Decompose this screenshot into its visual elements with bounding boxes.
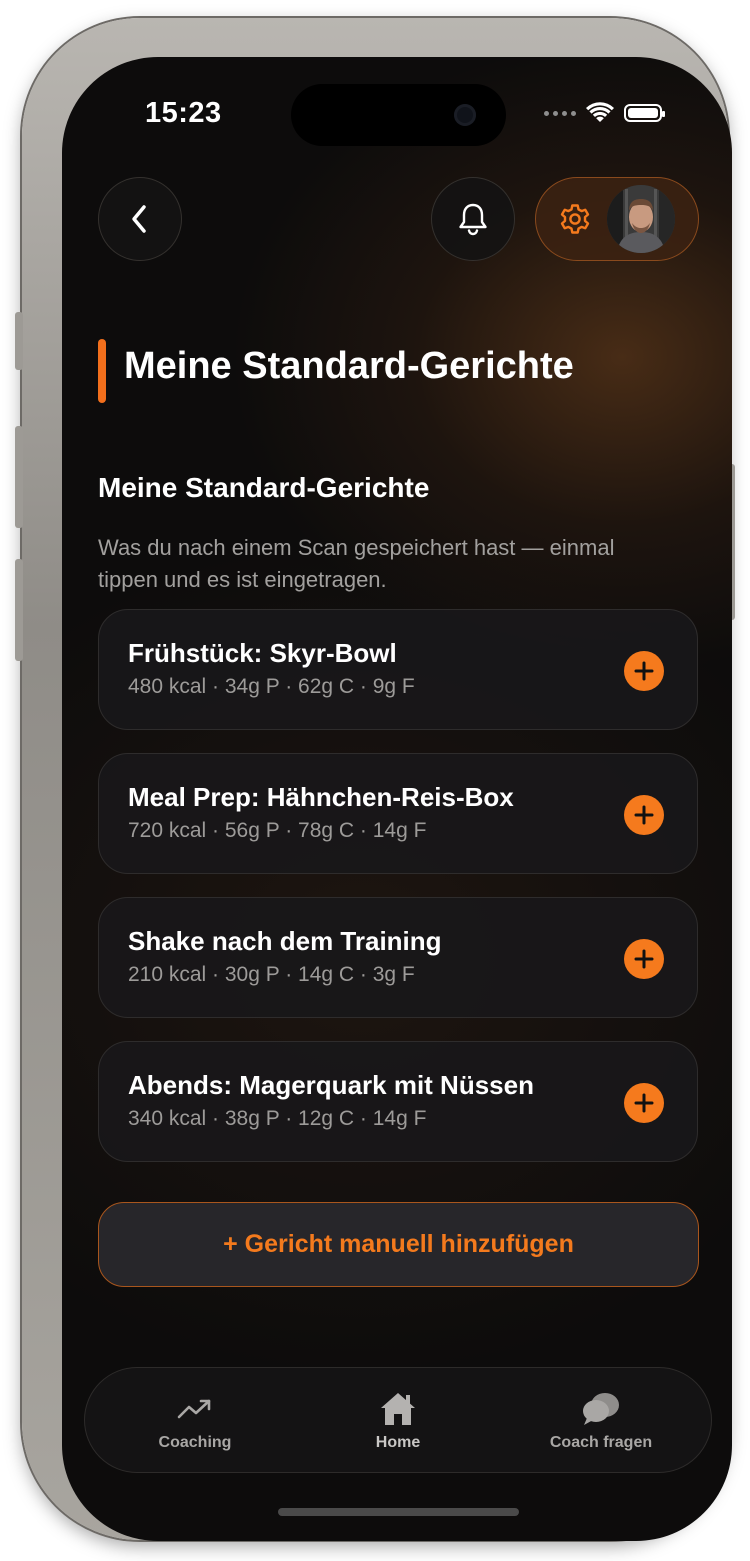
settings-button[interactable] [558, 202, 592, 236]
meal-macros: 210 kcal · 30g P · 14g C · 3g F [128, 963, 415, 986]
phone-frame: 15:23 Meine Standard-Gerichte Meine Stan… [15, 18, 735, 1541]
tab-label: Home [375, 1434, 421, 1451]
meal-name: Frühstück: Skyr-Bowl [128, 638, 397, 668]
notifications-button[interactable] [431, 177, 515, 261]
meal-macros: 720 kcal · 56g P · 78g C · 14g F [128, 819, 427, 842]
profile-settings-pill[interactable] [535, 177, 699, 261]
wifi-icon [586, 102, 614, 122]
plus-icon [634, 949, 654, 969]
action-button [15, 312, 23, 370]
home-indicator[interactable] [278, 1508, 519, 1516]
home-icon [379, 1390, 417, 1428]
app-screen: 15:23 Meine Standard-Gerichte Meine Stan… [62, 57, 732, 1541]
gear-icon [560, 204, 590, 234]
meal-card[interactable]: Meal Prep: Hähnchen-Reis-Box 720 kcal · … [98, 753, 698, 874]
trending-up-icon [177, 1390, 213, 1428]
plus-icon [634, 805, 654, 825]
front-camera [454, 104, 476, 126]
tab-home[interactable]: Home [338, 1368, 458, 1472]
tab-coach-fragen[interactable]: Coach fragen [531, 1368, 671, 1472]
volume-up-button [15, 426, 23, 528]
page-title: Meine Standard-Gerichte [124, 345, 574, 387]
cellular-signal-icon [544, 110, 576, 116]
section-heading: Meine Standard-Gerichte [98, 472, 430, 503]
volume-down-button [15, 559, 23, 661]
plus-icon [634, 661, 654, 681]
meal-card[interactable]: Shake nach dem Training 210 kcal · 30g P… [98, 897, 698, 1018]
meal-macros: 340 kcal · 38g P · 12g C · 14g F [128, 1107, 427, 1130]
add-meal-button[interactable] [624, 795, 664, 835]
meal-name: Abends: Magerquark mit Nüssen [128, 1070, 534, 1100]
add-meal-button[interactable] [624, 1083, 664, 1123]
chat-bubbles-icon [581, 1390, 621, 1428]
avatar[interactable] [607, 185, 675, 253]
bottom-tab-bar: Coaching Home Coach fragen [84, 1367, 712, 1473]
meal-card[interactable]: Frühstück: Skyr-Bowl 480 kcal · 34g P · … [98, 609, 698, 730]
tab-label: Coaching [158, 1434, 232, 1451]
meal-list: Frühstück: Skyr-Bowl 480 kcal · 34g P · … [98, 609, 698, 1185]
add-meal-button[interactable] [624, 939, 664, 979]
chevron-left-icon [132, 205, 146, 233]
meal-card[interactable]: Abends: Magerquark mit Nüssen 340 kcal ·… [98, 1041, 698, 1162]
section-description: Was du nach einem Scan gespeichert hast … [98, 535, 615, 592]
tab-label: Coach fragen [549, 1434, 653, 1451]
bell-icon [459, 203, 487, 236]
tab-coaching[interactable]: Coaching [135, 1368, 255, 1472]
battery-icon [624, 104, 665, 122]
back-button[interactable] [98, 177, 182, 261]
plus-icon [634, 1093, 654, 1113]
add-meal-button[interactable] [624, 651, 664, 691]
user-avatar-icon [607, 185, 675, 253]
meal-name: Shake nach dem Training [128, 926, 442, 956]
meal-macros: 480 kcal · 34g P · 62g C · 9g F [128, 675, 415, 698]
meal-name: Meal Prep: Hähnchen-Reis-Box [128, 782, 514, 812]
title-accent-bar [98, 339, 106, 403]
add-meal-manually-button[interactable]: + Gericht manuell hinzufügen [98, 1202, 699, 1287]
status-time: 15:23 [145, 97, 222, 129]
status-icons [544, 101, 665, 125]
dynamic-island [291, 84, 506, 146]
